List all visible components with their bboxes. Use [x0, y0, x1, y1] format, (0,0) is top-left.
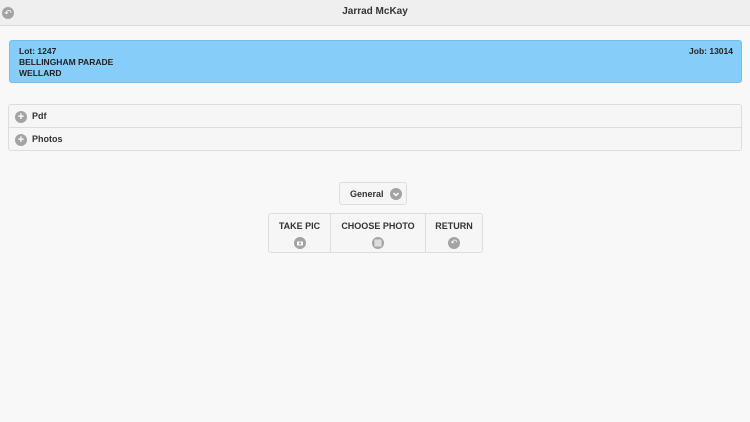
collapsible-photos[interactable]: + Photos	[9, 128, 741, 151]
take-pic-button[interactable]: TAKE PIC	[269, 214, 331, 252]
category-select[interactable]: General	[339, 182, 407, 205]
collapsible-label: Pdf	[32, 111, 47, 121]
take-pic-label: TAKE PIC	[278, 221, 321, 231]
return-button[interactable]: RETURN ↶	[426, 214, 482, 252]
camera-icon	[293, 237, 306, 249]
return-arrow-icon: ↶	[448, 237, 460, 249]
collapsible-label: Photos	[32, 134, 63, 144]
category-select-value: General	[350, 189, 384, 199]
plus-icon: +	[15, 111, 27, 123]
street-name: BELLINGHAM PARADE	[19, 57, 114, 67]
plus-icon: +	[15, 134, 27, 146]
header-bar: ↶ Jarrad McKay	[0, 0, 750, 26]
return-label: RETURN	[435, 221, 473, 231]
collapsible-set: + Pdf + Photos	[8, 104, 742, 151]
chevron-down-icon	[390, 188, 402, 200]
lot-number: Lot: 1247	[19, 46, 57, 56]
collapsible-pdf[interactable]: + Pdf	[9, 105, 741, 128]
job-number: Job: 13014	[689, 46, 733, 56]
page-title: Jarrad McKay	[342, 6, 408, 17]
grid-icon	[372, 237, 384, 249]
suburb-name: WELLARD	[19, 68, 62, 78]
job-info-card: Lot: 1247 BELLINGHAM PARADE WELLARD Job:…	[9, 40, 742, 83]
choose-photo-label: CHOOSE PHOTO	[341, 221, 415, 231]
choose-photo-button[interactable]: CHOOSE PHOTO	[331, 214, 426, 252]
photo-actions-group: TAKE PIC CHOOSE PHOTO RETURN ↶	[268, 213, 483, 253]
